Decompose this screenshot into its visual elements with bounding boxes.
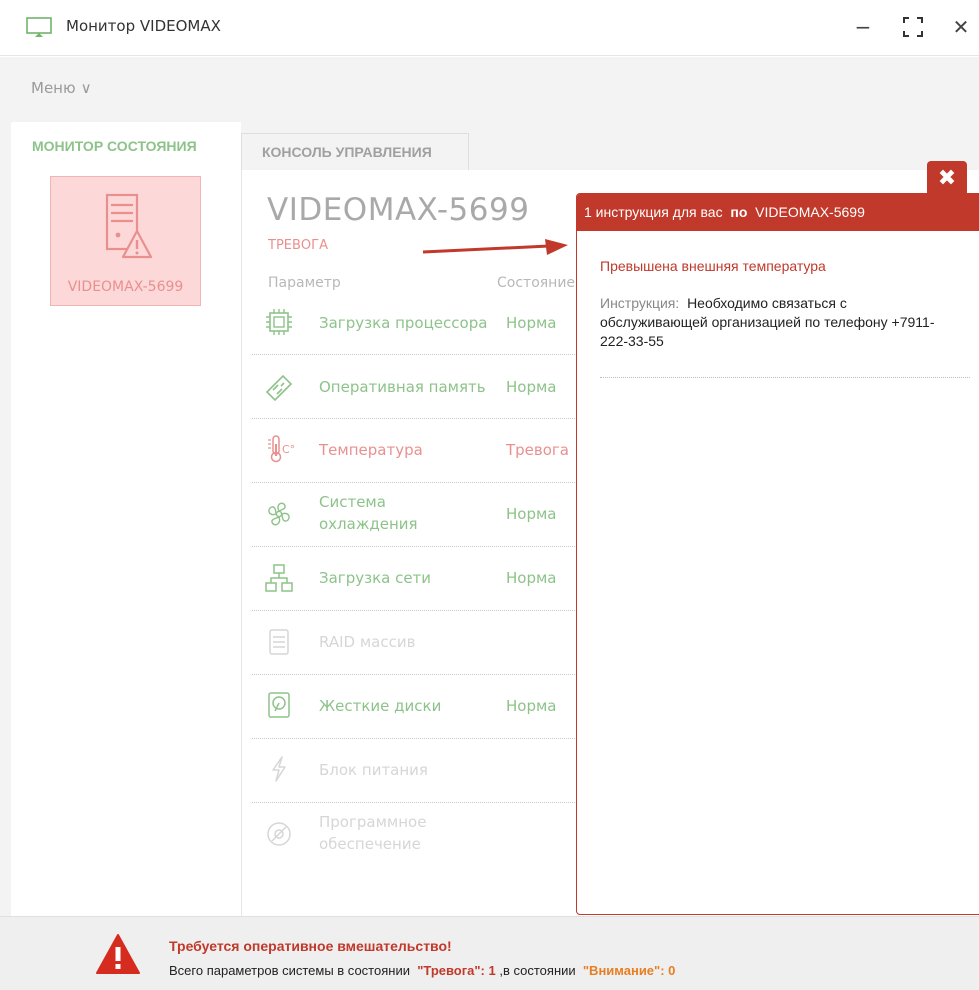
popup-divider [600, 377, 970, 378]
popup-close-button[interactable]: ✖ [927, 161, 967, 195]
menu-bar: Меню ∨ [0, 57, 979, 121]
footer-prefix: Всего параметров системы в состоянии [169, 963, 410, 978]
title-bar: Монитор VIDEOMAX − ✕ [0, 0, 979, 56]
param-name: Загрузка сети [319, 569, 432, 587]
thermometer-icon: C° [268, 435, 294, 463]
footer-alarm-count: "Тревога": 1 [417, 963, 496, 978]
tab-status-monitor[interactable]: МОНИТОР СОСТОЯНИЯ [11, 122, 241, 170]
status-footer: Требуется оперативное вмешательство! Все… [0, 916, 979, 990]
device-tile-label: VIDEOMAX-5699 [67, 279, 184, 295]
menu-button[interactable]: Меню ∨ [31, 79, 92, 97]
menu-label: Меню [31, 79, 76, 97]
param-row-cooling[interactable]: Система охлаждения Норма [252, 483, 577, 547]
close-icon: ✕ [952, 15, 970, 39]
param-name: Система охлаждения [319, 493, 418, 533]
fan-icon [268, 502, 290, 526]
popup-problem: Превышена внешняя температура [600, 258, 826, 274]
param-state: Норма [506, 314, 557, 332]
param-row-cpu[interactable]: Загрузка процессора Норма [252, 294, 577, 355]
instruction-popup: 1 инструкция для вас по VIDEOMAX-5699 Пр… [576, 193, 979, 915]
device-title: VIDEOMAX-5699 [267, 192, 530, 228]
footer-title: Требуется оперативное вмешательство! [169, 938, 452, 954]
param-row-temperature[interactable]: C° Температура Тревога [252, 419, 577, 483]
ram-icon [265, 374, 293, 402]
minimize-button[interactable]: − [846, 10, 880, 44]
popup-instruction: Инструкция: Необходимо связаться с обслу… [600, 294, 950, 351]
hdd-icon [268, 692, 290, 718]
tab-control-console[interactable]: КОНСОЛЬ УПРАВЛЕНИЯ [241, 133, 469, 170]
monitor-icon [26, 17, 52, 37]
power-icon [272, 756, 286, 782]
param-name: Температура [319, 441, 423, 459]
popup-header-po: по [730, 204, 748, 220]
param-state: Норма [506, 505, 557, 523]
raid-icon [269, 629, 289, 655]
device-status: ТРЕВОГА [268, 238, 328, 253]
cpu-icon [266, 309, 292, 335]
popup-header-device: VIDEOMAX-5699 [755, 204, 865, 220]
param-row-network[interactable]: Загрузка сети Норма [252, 547, 577, 611]
param-state: Норма [506, 378, 557, 396]
chevron-down-icon: ∨ [80, 79, 92, 97]
device-tile[interactable]: VIDEOMAX-5699 [50, 176, 201, 306]
param-name: Программное обеспечение [319, 813, 427, 853]
param-row-ram[interactable]: Оперативная память Норма [252, 355, 577, 419]
svg-text:C°: C° [282, 443, 294, 456]
software-icon [267, 822, 291, 846]
column-header-state: Состояние [497, 275, 576, 291]
popup-header-count: 1 инструкция для вас [584, 204, 723, 220]
param-name: RAID массив [319, 633, 416, 651]
popup-header: 1 инструкция для вас по VIDEOMAX-5699 [577, 194, 979, 231]
server-warning-icon [105, 193, 153, 259]
warning-icon [96, 934, 140, 974]
param-row-power[interactable]: Блок питания [252, 739, 577, 803]
network-icon [265, 564, 293, 592]
window-title: Монитор VIDEOMAX [66, 17, 221, 35]
close-icon: ✖ [937, 165, 957, 191]
column-header-parameter: Параметр [268, 275, 341, 291]
footer-attention-count: "Внимание": 0 [582, 963, 676, 978]
param-name: Оперативная память [319, 378, 486, 396]
param-state: Норма [506, 697, 557, 715]
close-window-button[interactable]: ✕ [944, 10, 978, 44]
param-row-raid[interactable]: RAID массив [252, 611, 577, 675]
param-state: Тревога [506, 441, 570, 459]
footer-summary: Всего параметров системы в состоянии "Тр… [169, 963, 675, 978]
param-name: Жесткие диски [319, 697, 442, 715]
param-name: Загрузка процессора [319, 314, 488, 332]
param-row-hdd[interactable]: Жесткие диски Норма [252, 675, 577, 739]
maximize-icon [903, 17, 923, 37]
param-state: Норма [506, 569, 557, 587]
arrow-right-icon [422, 239, 568, 255]
minimize-icon: − [854, 15, 872, 39]
footer-middle: ,в состоянии [499, 963, 576, 978]
param-name: Блок питания [319, 761, 428, 779]
maximize-button[interactable] [896, 10, 930, 44]
param-row-software[interactable]: Программное обеспечение [252, 803, 577, 867]
instruction-label: Инструкция: [600, 295, 680, 311]
